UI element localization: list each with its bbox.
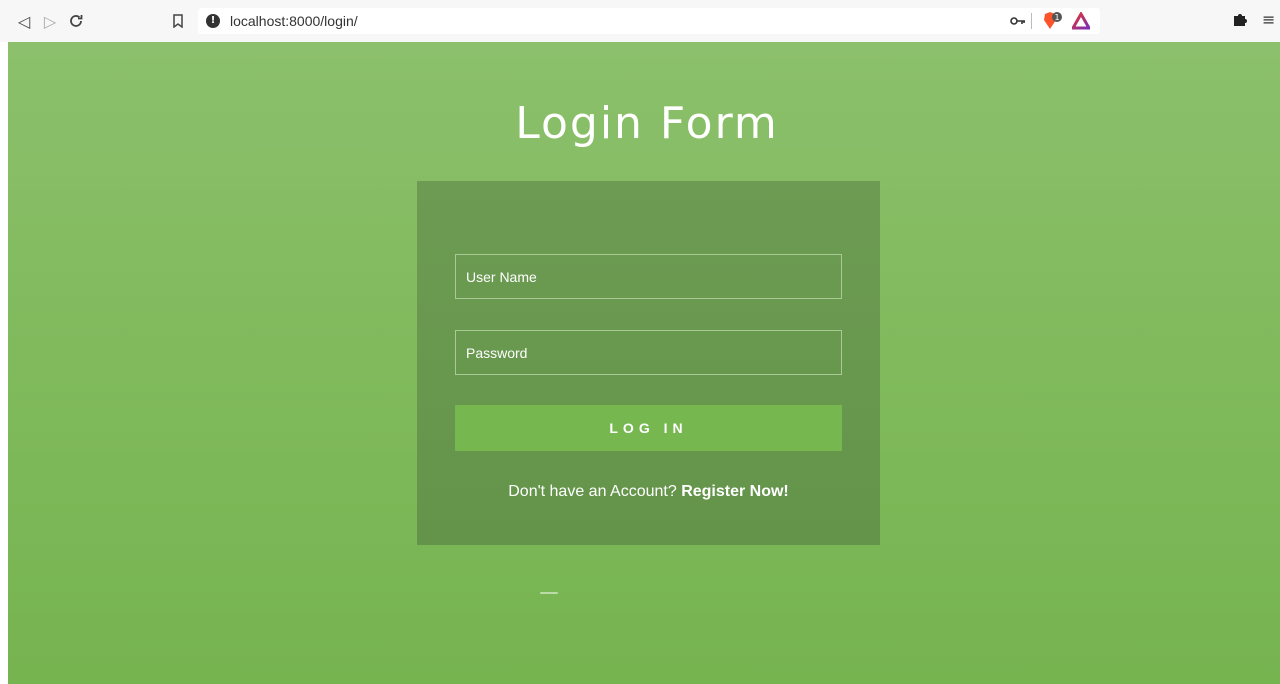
loading-indicator xyxy=(540,592,558,594)
username-input[interactable] xyxy=(455,254,842,299)
menu-icon[interactable]: ≡ xyxy=(1262,10,1275,29)
login-card: LOG IN Don't have an Account? Register N… xyxy=(417,181,880,545)
bookmark-icon[interactable] xyxy=(168,11,188,31)
rewards-glyph xyxy=(1070,10,1092,30)
register-link[interactable]: Register Now! xyxy=(681,483,789,500)
divider xyxy=(1031,13,1032,29)
page-title: Login Form xyxy=(515,98,779,149)
address-bar[interactable]: ! localhost:8000/login/ 1 xyxy=(198,8,1100,34)
key-icon[interactable] xyxy=(1010,12,1026,32)
register-prompt-text: Don't have an Account? xyxy=(508,483,682,500)
password-input[interactable] xyxy=(455,330,842,375)
key-glyph xyxy=(1010,17,1025,25)
brave-shield-icon[interactable]: 1 xyxy=(1042,11,1062,31)
brave-shield-glyph: 1 xyxy=(1044,12,1062,29)
brave-badge-count: 1 xyxy=(1054,13,1059,22)
forward-icon[interactable]: ▷ xyxy=(40,11,60,31)
brave-rewards-icon[interactable] xyxy=(1070,10,1092,30)
bookmark-glyph xyxy=(173,14,183,28)
puzzle-glyph xyxy=(1234,14,1247,26)
url-text[interactable]: localhost:8000/login/ xyxy=(230,13,358,29)
site-info-icon[interactable]: ! xyxy=(206,14,220,28)
reload-icon[interactable] xyxy=(66,11,86,31)
browser-toolbar: ◁ ▷ ! localhost:8000/login/ 1 ≡ xyxy=(0,0,1280,42)
page-background: Login Form LOG IN Don't have an Account?… xyxy=(8,42,1280,684)
reload-glyph xyxy=(70,15,83,27)
back-icon[interactable]: ◁ xyxy=(14,11,34,31)
login-button[interactable]: LOG IN xyxy=(455,405,842,451)
register-prompt: Don't have an Account? Register Now! xyxy=(417,483,880,501)
extensions-icon[interactable] xyxy=(1232,11,1248,31)
